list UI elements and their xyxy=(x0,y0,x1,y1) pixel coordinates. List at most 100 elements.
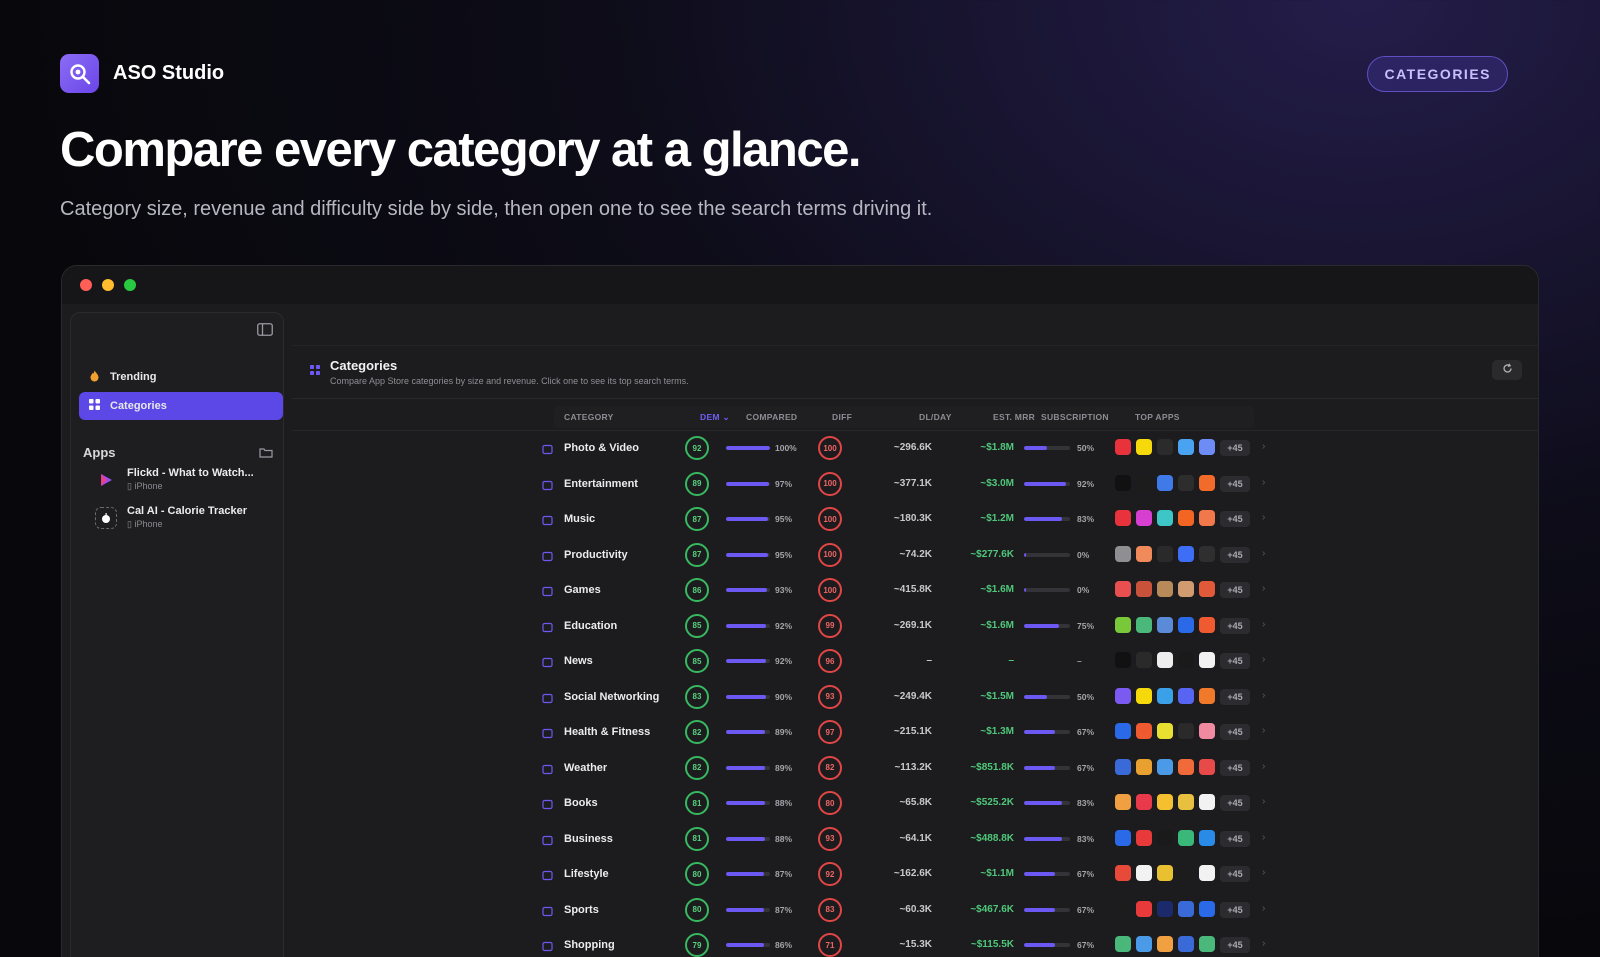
top-app-icon[interactable] xyxy=(1136,510,1152,526)
top-app-icon[interactable] xyxy=(1136,652,1152,668)
column-header-mrr[interactable]: EST. MRR xyxy=(993,412,1035,422)
top-app-icon[interactable] xyxy=(1199,829,1215,846)
top-app-icon[interactable] xyxy=(1115,652,1131,668)
more-apps-badge[interactable]: +45 xyxy=(1220,475,1250,492)
top-app-icon[interactable] xyxy=(1115,474,1131,491)
top-app-icon[interactable] xyxy=(1199,900,1215,917)
table-row[interactable]: Education 85 92% 99 ~269.1K ~$1.6M 75% +45 › xyxy=(292,608,1538,644)
top-app-icon[interactable] xyxy=(1157,545,1173,562)
sidebar-app-cal-ai[interactable]: Cal AI - Calorie Tracker ▯ iPhone xyxy=(95,505,247,530)
top-app-icon[interactable] xyxy=(1199,616,1215,633)
close-window-button[interactable] xyxy=(80,279,92,291)
more-apps-badge[interactable]: +45 xyxy=(1220,901,1250,918)
more-apps-badge[interactable]: +45 xyxy=(1220,617,1250,634)
table-row[interactable]: Health & Fitness 82 89% 97 ~215.1K ~$1.3M 67% +… xyxy=(292,714,1538,750)
table-row[interactable]: Social Networking 83 90% 93 ~249.4K ~$1.5M 50%… xyxy=(292,679,1538,715)
table-row[interactable]: Shopping 79 86% 71 ~15.3K ~$115.5K 67% +45 › xyxy=(292,927,1538,957)
top-app-icon[interactable] xyxy=(1199,439,1215,455)
top-app-icon[interactable] xyxy=(1178,510,1194,526)
top-app-icon[interactable] xyxy=(1136,758,1152,775)
sidebar-item-categories[interactable]: Categories xyxy=(79,392,283,420)
table-row[interactable]: Games 86 93% 100 ~415.8K ~$1.6M 0% +45 › xyxy=(292,572,1538,608)
top-app-icon[interactable] xyxy=(1115,794,1131,810)
top-app-icon[interactable] xyxy=(1157,723,1173,739)
top-app-icon[interactable] xyxy=(1115,510,1131,526)
top-app-icon[interactable] xyxy=(1199,687,1215,704)
top-app-icon[interactable] xyxy=(1136,474,1152,491)
top-app-icon[interactable] xyxy=(1178,439,1194,455)
top-app-icon[interactable] xyxy=(1199,865,1215,881)
top-app-icon[interactable] xyxy=(1199,794,1215,810)
top-app-icon[interactable] xyxy=(1136,616,1152,633)
sidebar-app-flickd[interactable]: Flickd - What to Watch... ▯ iPhone xyxy=(95,467,254,492)
more-apps-badge[interactable]: +45 xyxy=(1220,795,1250,811)
more-apps-badge[interactable]: +45 xyxy=(1220,582,1250,598)
table-row[interactable]: Sports 80 87% 83 ~60.3K ~$467.6K 67% +45 › xyxy=(292,892,1538,928)
top-app-icon[interactable] xyxy=(1115,687,1131,704)
top-app-icon[interactable] xyxy=(1115,829,1131,846)
top-app-icon[interactable] xyxy=(1136,829,1152,846)
column-header-top-apps[interactable]: TOP APPS xyxy=(1135,412,1180,422)
table-row[interactable]: Weather 82 89% 82 ~113.2K ~$851.8K 67% +45 › xyxy=(292,750,1538,786)
top-app-icon[interactable] xyxy=(1115,865,1131,881)
table-row[interactable]: Productivity 87 95% 100 ~74.2K ~$277.6K 0% +45 › xyxy=(292,537,1538,573)
top-app-icon[interactable] xyxy=(1178,616,1194,633)
top-app-icon[interactable] xyxy=(1178,545,1194,562)
top-app-icon[interactable] xyxy=(1199,510,1215,526)
top-app-icon[interactable] xyxy=(1157,758,1173,775)
top-app-icon[interactable] xyxy=(1178,581,1194,597)
column-header-subscription[interactable]: SUBSCRIPTION xyxy=(1041,412,1109,422)
top-app-icon[interactable] xyxy=(1157,829,1173,846)
top-app-icon[interactable] xyxy=(1136,900,1152,917)
categories-pill[interactable]: CATEGORIES xyxy=(1367,56,1508,92)
top-app-icon[interactable] xyxy=(1136,865,1152,881)
minimize-window-button[interactable] xyxy=(102,279,114,291)
table-row[interactable]: Photo & Video 92 100% 100 ~296.6K ~$1.8M 50% +4… xyxy=(292,430,1538,466)
column-header-dlday[interactable]: DL/DAY xyxy=(919,412,952,422)
top-app-icon[interactable] xyxy=(1115,936,1131,952)
more-apps-badge[interactable]: +45 xyxy=(1220,759,1250,776)
top-app-icon[interactable] xyxy=(1199,581,1215,597)
top-app-icon[interactable] xyxy=(1199,936,1215,952)
top-app-icon[interactable] xyxy=(1115,900,1131,917)
top-app-icon[interactable] xyxy=(1136,581,1152,597)
top-app-icon[interactable] xyxy=(1157,510,1173,526)
top-app-icon[interactable] xyxy=(1136,794,1152,810)
top-app-icon[interactable] xyxy=(1157,581,1173,597)
refresh-button[interactable] xyxy=(1492,360,1522,380)
top-app-icon[interactable] xyxy=(1136,687,1152,704)
top-app-icon[interactable] xyxy=(1199,758,1215,775)
table-row[interactable]: Business 81 88% 93 ~64.1K ~$488.8K 83% +45 › xyxy=(292,821,1538,857)
top-app-icon[interactable] xyxy=(1136,723,1152,739)
top-app-icon[interactable] xyxy=(1115,616,1131,633)
top-app-icon[interactable] xyxy=(1115,758,1131,775)
top-app-icon[interactable] xyxy=(1178,829,1194,846)
more-apps-badge[interactable]: +45 xyxy=(1220,653,1250,669)
top-app-icon[interactable] xyxy=(1178,723,1194,739)
top-app-icon[interactable] xyxy=(1199,723,1215,739)
top-app-icon[interactable] xyxy=(1178,794,1194,810)
top-app-icon[interactable] xyxy=(1157,936,1173,952)
top-app-icon[interactable] xyxy=(1157,687,1173,704)
more-apps-badge[interactable]: +45 xyxy=(1220,937,1250,953)
top-app-icon[interactable] xyxy=(1178,687,1194,704)
sidebar-item-trending[interactable]: Trending xyxy=(79,363,283,391)
top-app-icon[interactable] xyxy=(1136,439,1152,455)
top-app-icon[interactable] xyxy=(1178,936,1194,952)
column-header-diff[interactable]: DIFF xyxy=(832,412,852,422)
more-apps-badge[interactable]: +45 xyxy=(1220,724,1250,740)
column-header-compared[interactable]: COMPARED xyxy=(746,412,797,422)
more-apps-badge[interactable]: +45 xyxy=(1220,440,1250,456)
top-app-icon[interactable] xyxy=(1157,900,1173,917)
top-app-icon[interactable] xyxy=(1115,545,1131,562)
table-row[interactable]: Music 87 95% 100 ~180.3K ~$1.2M 83% +45 › xyxy=(292,501,1538,537)
top-app-icon[interactable] xyxy=(1136,936,1152,952)
top-app-icon[interactable] xyxy=(1157,439,1173,455)
brand[interactable]: ASO Studio xyxy=(60,54,224,93)
more-apps-badge[interactable]: +45 xyxy=(1220,546,1250,563)
table-row[interactable]: Lifestyle 80 87% 92 ~162.6K ~$1.1M 67% +45 › xyxy=(292,856,1538,892)
top-app-icon[interactable] xyxy=(1199,652,1215,668)
top-app-icon[interactable] xyxy=(1157,474,1173,491)
top-app-icon[interactable] xyxy=(1178,758,1194,775)
more-apps-badge[interactable]: +45 xyxy=(1220,866,1250,882)
